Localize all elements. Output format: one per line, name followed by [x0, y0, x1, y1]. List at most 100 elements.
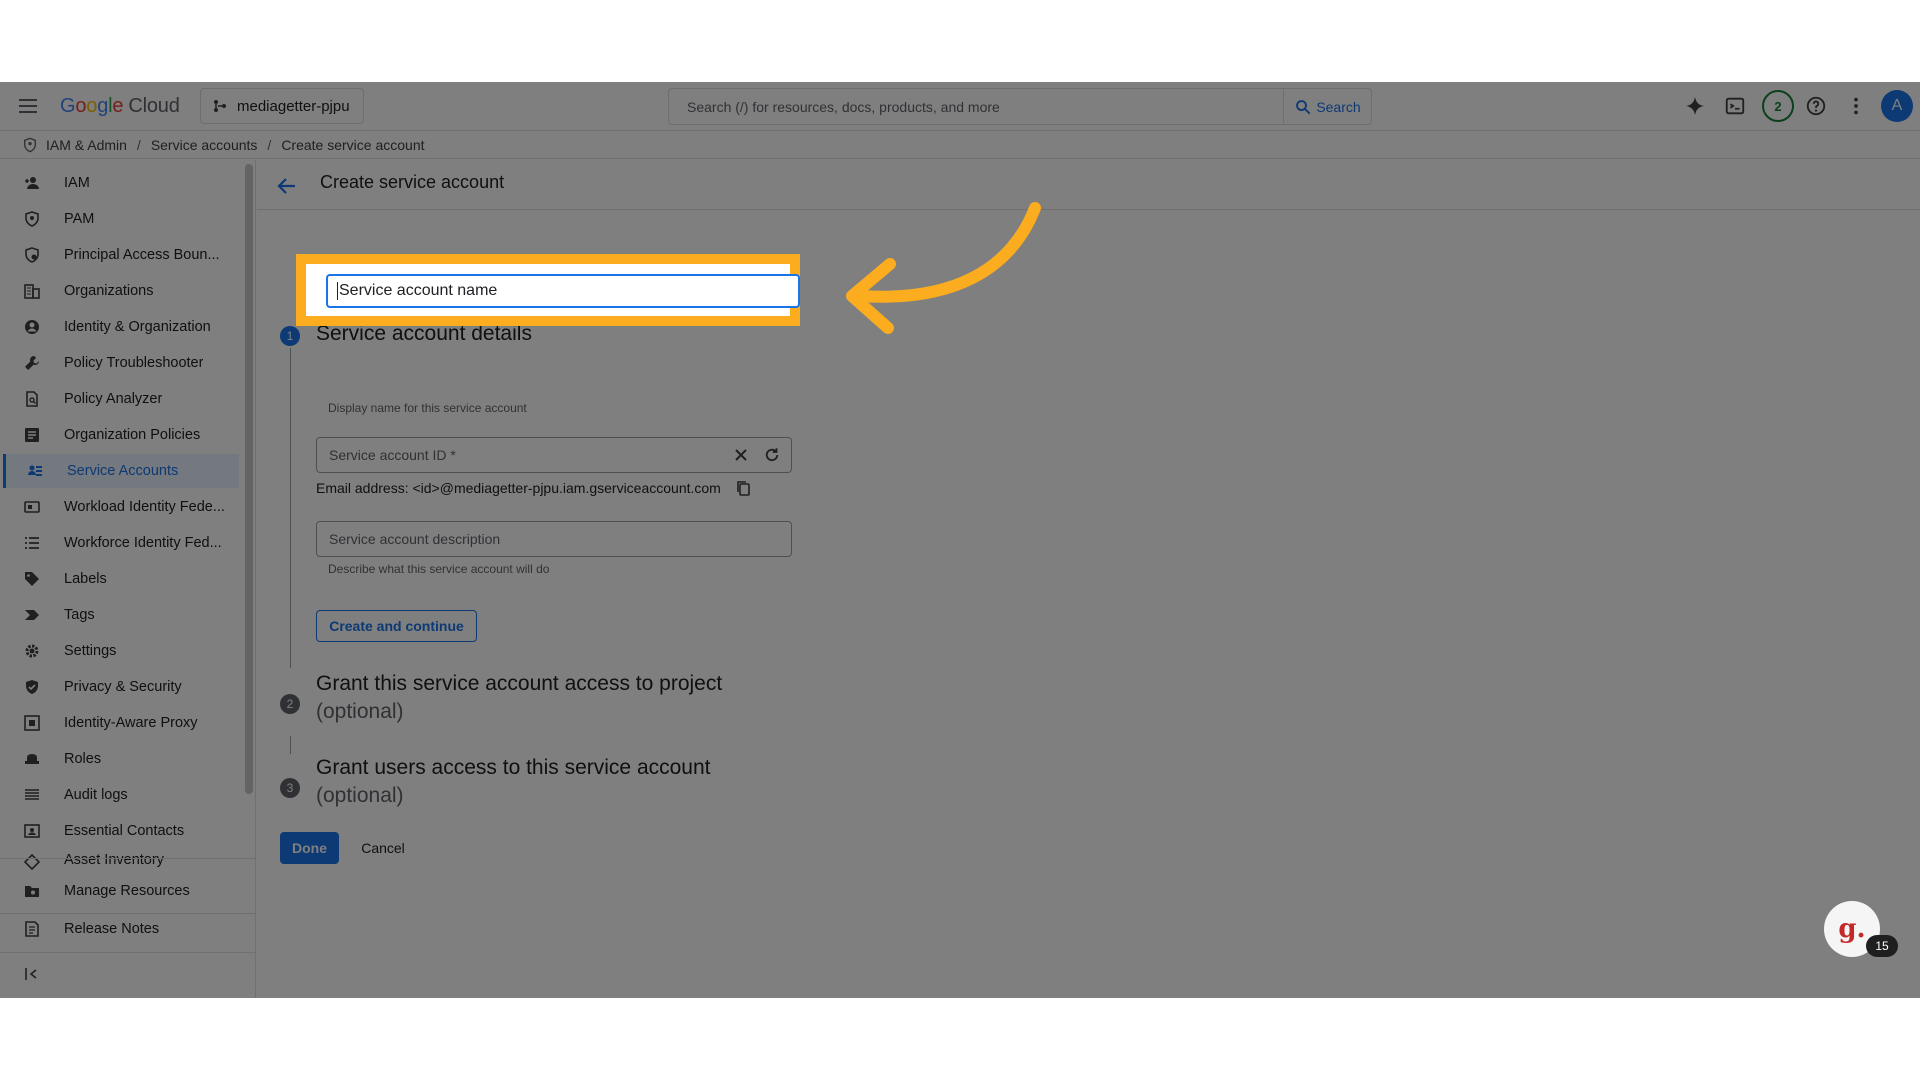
sidebar-item-tags[interactable]: Tags — [0, 598, 240, 632]
shield-icon — [24, 211, 40, 227]
service-account-id-field[interactable]: Service account ID * — [316, 437, 792, 473]
search-input[interactable]: Search (/) for resources, docs, products… — [668, 88, 1284, 125]
service-account-description-field[interactable]: Service account description — [316, 521, 792, 557]
sidebar-item-label: Organization Policies — [64, 427, 201, 443]
guide-count-text: 15 — [1875, 939, 1889, 953]
sidebar-item-settings[interactable]: Settings — [0, 634, 240, 668]
project-picker-button[interactable]: mediagetter-pjpu — [200, 88, 364, 124]
sidebar-item-iam[interactable]: IAM — [0, 166, 240, 200]
sidebar-item-essential-contacts[interactable]: Essential Contacts — [0, 814, 240, 848]
account-circle-icon — [24, 319, 40, 335]
clear-icon[interactable] — [733, 447, 749, 463]
sidebar-item-label: Workforce Identity Fed... — [64, 535, 222, 551]
cancel-button[interactable]: Cancel — [353, 832, 413, 864]
step-number-1: 1 — [280, 326, 300, 346]
collapse-left-icon[interactable] — [24, 966, 40, 982]
sidebar-item-label: Organizations — [64, 283, 154, 299]
search-button-label: Search — [1316, 98, 1361, 115]
iam-shield-icon — [24, 137, 36, 152]
sidebar-item-label: Identity-Aware Proxy — [64, 715, 198, 731]
sidebar-item-identity-organization[interactable]: Identity & Organization — [0, 310, 240, 344]
folder-gear-icon — [24, 883, 40, 899]
lines-icon — [24, 787, 40, 803]
sidebar-item-pam[interactable]: PAM — [0, 202, 240, 236]
search-button[interactable]: Search — [1283, 88, 1372, 125]
wrench-icon — [24, 355, 40, 371]
refresh-icon[interactable] — [763, 446, 781, 464]
sidebar-item-organizations[interactable]: Organizations — [0, 274, 240, 308]
page-header: Create service account — [257, 160, 1920, 210]
step-title-text: Grant users access to this service accou… — [316, 756, 711, 779]
guide-step-counter: 15 — [1866, 935, 1898, 957]
hamburger-menu-icon[interactable] — [16, 94, 40, 118]
sidebar-item-policy-troubleshooter[interactable]: Policy Troubleshooter — [0, 346, 240, 380]
cancel-button-label: Cancel — [361, 840, 405, 856]
more-vert-icon[interactable] — [1844, 94, 1868, 118]
sidebar-item-label: Roles — [64, 751, 102, 767]
sidebar-item-audit-logs[interactable]: Audit logs — [0, 778, 240, 812]
google-cloud-logo[interactable]: Google Cloud — [60, 93, 180, 119]
hat-icon — [24, 751, 40, 767]
sidebar-item-label: PAM — [64, 211, 95, 227]
done-button[interactable]: Done — [280, 832, 339, 864]
sidebar-item-label: Principal Access Boun... — [64, 247, 220, 263]
list-box-icon — [24, 427, 40, 443]
sidebar-item-service-accounts[interactable]: Service Accounts — [3, 454, 239, 488]
sidebar-item-principal-access[interactable]: Principal Access Boun... — [0, 238, 240, 272]
project-nodes-icon — [214, 100, 226, 112]
sidebar-item-release-notes[interactable]: Release Notes — [0, 912, 240, 946]
copy-icon[interactable] — [735, 480, 751, 496]
service-account-icon — [27, 463, 43, 479]
sidebar-item-labels[interactable]: Labels — [0, 562, 240, 596]
sidebar-item-workload-identity[interactable]: Workload Identity Fede... — [0, 490, 240, 524]
breadcrumb-iam-admin[interactable]: IAM & Admin — [46, 137, 127, 153]
label-arrow-icon — [24, 607, 40, 623]
breadcrumb-service-accounts[interactable]: Service accounts — [151, 137, 258, 153]
shield-check-icon — [24, 679, 40, 695]
project-name: mediagetter-pjpu — [237, 97, 350, 115]
help-icon[interactable] — [1804, 94, 1828, 118]
sidebar-item-workforce-identity[interactable]: Workforce Identity Fed... — [0, 526, 240, 560]
guide-logo: g. — [1838, 914, 1866, 944]
sidebar-item-asset-inventory[interactable]: Asset Inventory — [0, 850, 240, 870]
top-bar: Google Cloud mediagetter-pjpu Search (/) … — [0, 82, 1920, 131]
breadcrumb-separator: / — [136, 136, 141, 153]
notifications-badge[interactable]: 2 — [1762, 90, 1794, 122]
step-number-text: 1 — [286, 329, 294, 343]
optional-label: (optional) — [316, 700, 404, 723]
sidebar-item-label: Labels — [64, 571, 107, 587]
sidebar-item-roles[interactable]: Roles — [0, 742, 240, 776]
step-number-text: 2 — [286, 697, 294, 711]
sidebar-item-manage-resources[interactable]: Manage Resources — [0, 874, 240, 908]
sidebar-divider — [0, 858, 256, 859]
sidebar-item-policy-analyzer[interactable]: Policy Analyzer — [0, 382, 240, 416]
gemini-sparkle-icon[interactable] — [1683, 94, 1707, 118]
step-title-text: Grant this service account access to pro… — [316, 672, 723, 695]
notes-icon — [24, 921, 40, 937]
service-account-name-input[interactable]: Service account name — [326, 274, 800, 308]
document-search-icon — [24, 391, 40, 407]
sidebar-item-label: Release Notes — [64, 921, 160, 937]
avatar[interactable]: A — [1881, 90, 1913, 122]
sidebar-item-label: Tags — [64, 607, 95, 623]
policy-icon — [24, 247, 40, 263]
sidebar-item-organization-policies[interactable]: Organization Policies — [0, 418, 240, 452]
page-title: Create service account — [320, 172, 505, 192]
step-title-3[interactable]: Grant users access to this service accou… — [316, 754, 711, 810]
spotlight-frame: Service account name — [296, 254, 800, 326]
sidebar-scrollbar[interactable] — [245, 164, 253, 794]
create-and-continue-button[interactable]: Create and continue — [316, 610, 477, 642]
sidebar-item-identity-aware-proxy[interactable]: Identity-Aware Proxy — [0, 706, 240, 740]
back-arrow-icon[interactable] — [275, 174, 299, 198]
gear-icon — [24, 643, 40, 659]
sidebar-item-label: Manage Resources — [64, 883, 190, 899]
sidebar-item-label: Essential Contacts — [64, 823, 185, 839]
notification-count: 2 — [1774, 98, 1782, 114]
sidebar-item-privacy-security[interactable]: Privacy & Security — [0, 670, 240, 704]
step-title-2[interactable]: Grant this service account access to pro… — [316, 670, 722, 726]
sidebar-divider — [0, 952, 256, 953]
logo-suffix: Cloud — [128, 95, 180, 117]
create-button-label: Create and continue — [329, 618, 464, 634]
cloud-shell-terminal-icon[interactable] — [1723, 94, 1747, 118]
step-number-text: 3 — [286, 781, 294, 795]
